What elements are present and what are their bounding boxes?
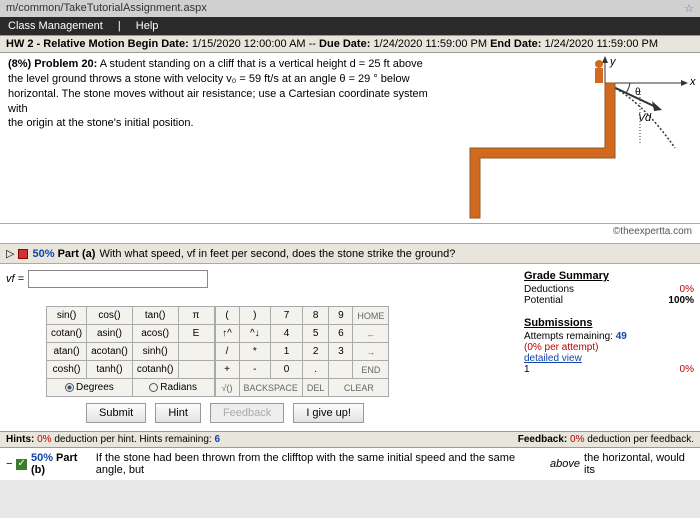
feedback-button[interactable]: Feedback bbox=[210, 403, 284, 423]
key-end[interactable]: END bbox=[353, 361, 389, 379]
key-atan[interactable]: atan() bbox=[47, 343, 87, 361]
key-pi[interactable]: π bbox=[178, 307, 214, 325]
key-minus[interactable]: - bbox=[239, 361, 271, 379]
problem-label: Problem 20: bbox=[34, 58, 97, 70]
key-asin[interactable]: asin() bbox=[87, 325, 133, 343]
part-a-header: ▷ 50% Part (a) With what speed, vf in fe… bbox=[0, 244, 700, 264]
url-bar: m/common/TakeTutorialAssignment.aspx ☆ bbox=[0, 0, 700, 17]
key-backspace[interactable]: BACKSPACE bbox=[239, 379, 302, 397]
key-left[interactable]: ← bbox=[353, 325, 389, 343]
key-cotan[interactable]: cotan() bbox=[47, 325, 87, 343]
key-5[interactable]: 5 bbox=[302, 325, 329, 343]
key-cotanh[interactable]: cotanh() bbox=[132, 361, 178, 379]
key-div[interactable]: / bbox=[215, 343, 239, 361]
key-dot[interactable]: . bbox=[302, 361, 329, 379]
hw-title: HW 2 - Relative Motion bbox=[6, 38, 125, 50]
key-tanh[interactable]: tanh() bbox=[87, 361, 133, 379]
key-mul[interactable]: * bbox=[239, 343, 271, 361]
end-label: End Date: bbox=[490, 38, 541, 50]
part-a-question: With what speed, vf in feet per second, … bbox=[99, 248, 455, 260]
key-del[interactable]: DEL bbox=[302, 379, 329, 397]
detailed-view-link[interactable]: detailed view bbox=[524, 353, 694, 364]
nav-separator: | bbox=[118, 20, 121, 32]
due-date: 1/24/2020 11:59:00 PM bbox=[373, 38, 487, 50]
key-sqrt[interactable]: √() bbox=[215, 379, 239, 397]
key-1[interactable]: 1 bbox=[271, 343, 303, 361]
expand-icon[interactable]: ▷ bbox=[6, 247, 14, 260]
key-e[interactable]: E bbox=[178, 325, 214, 343]
key-sup[interactable]: ↑^ bbox=[215, 325, 239, 343]
work-area: vf = sin()cos()tan()π cotan()asin()acos(… bbox=[0, 264, 700, 431]
key-cosh[interactable]: cosh() bbox=[47, 361, 87, 379]
due-label: Due Date: bbox=[319, 38, 370, 50]
svg-text:x: x bbox=[689, 76, 696, 88]
key-rparen[interactable]: ) bbox=[239, 307, 271, 325]
key-clear[interactable]: CLEAR bbox=[329, 379, 389, 397]
grade-summary: Grade Summary Deductions0% Potential100%… bbox=[524, 270, 694, 425]
mode-degrees[interactable]: Degrees bbox=[47, 379, 133, 397]
nav-class-management[interactable]: Class Management bbox=[8, 20, 103, 32]
key-plus[interactable]: + bbox=[215, 361, 239, 379]
key-acotan[interactable]: acotan() bbox=[87, 343, 133, 361]
hints-footer: Hints: 0% deduction per hint. Hints rema… bbox=[0, 431, 700, 448]
key-8[interactable]: 8 bbox=[302, 307, 329, 325]
submit-button[interactable]: Submit bbox=[86, 403, 146, 423]
key-0[interactable]: 0 bbox=[271, 361, 303, 379]
problem-statement: (8%) Problem 20: A student standing on a… bbox=[0, 53, 440, 223]
key-home[interactable]: HOME bbox=[353, 307, 389, 325]
key-7[interactable]: 7 bbox=[271, 307, 303, 325]
hint-button[interactable]: Hint bbox=[155, 403, 201, 423]
key-sinh[interactable]: sinh() bbox=[132, 343, 178, 361]
key-9[interactable]: 9 bbox=[329, 307, 353, 325]
flag-icon[interactable] bbox=[18, 249, 28, 259]
answer-variable: vf = bbox=[6, 273, 24, 285]
part-b-header: − 50% Part (b) If the stone had been thr… bbox=[0, 448, 700, 480]
favorite-star-icon[interactable]: ☆ bbox=[684, 2, 694, 15]
action-buttons: Submit Hint Feedback I give up! bbox=[86, 403, 514, 423]
copyright-text: ©theexpertta.com bbox=[0, 224, 700, 244]
answer-input[interactable] bbox=[28, 270, 208, 288]
key-3[interactable]: 3 bbox=[329, 343, 353, 361]
problem-content: (8%) Problem 20: A student standing on a… bbox=[0, 53, 700, 224]
answer-row: vf = bbox=[6, 270, 514, 288]
key-6[interactable]: 6 bbox=[329, 325, 353, 343]
svg-text:d: d bbox=[645, 112, 652, 124]
nav-help[interactable]: Help bbox=[136, 20, 159, 32]
key-tan[interactable]: tan() bbox=[132, 307, 178, 325]
problem-weight: (8%) bbox=[8, 58, 31, 70]
begin-date: 1/15/2020 12:00:00 AM bbox=[192, 38, 306, 50]
key-cos[interactable]: cos() bbox=[87, 307, 133, 325]
keypad: sin()cos()tan()π cotan()asin()acos()E at… bbox=[46, 306, 514, 397]
giveup-button[interactable]: I give up! bbox=[293, 403, 364, 423]
key-2[interactable]: 2 bbox=[302, 343, 329, 361]
url-text: m/common/TakeTutorialAssignment.aspx bbox=[6, 2, 207, 15]
number-keypad: ()789HOME ↑^^↓456← /*123→ +-0. END √()BAC… bbox=[215, 306, 390, 397]
key-sub[interactable]: ^↓ bbox=[239, 325, 271, 343]
end-date: 1/24/2020 11:59:00 PM bbox=[544, 38, 658, 50]
mode-radians[interactable]: Radians bbox=[132, 379, 214, 397]
begin-label: Begin Date: bbox=[128, 38, 189, 50]
key-acos[interactable]: acos() bbox=[132, 325, 178, 343]
svg-text:y: y bbox=[609, 56, 617, 68]
assignment-header: HW 2 - Relative Motion Begin Date: 1/15/… bbox=[0, 35, 700, 53]
key-4[interactable]: 4 bbox=[271, 325, 303, 343]
key-lparen[interactable]: ( bbox=[215, 307, 239, 325]
key-right[interactable]: → bbox=[353, 343, 389, 361]
svg-text:θ: θ bbox=[635, 87, 641, 98]
collapse-icon[interactable]: − bbox=[6, 458, 12, 470]
function-keypad: sin()cos()tan()π cotan()asin()acos()E at… bbox=[46, 306, 215, 397]
key-sin[interactable]: sin() bbox=[47, 307, 87, 325]
check-icon bbox=[16, 459, 27, 470]
nav-bar: Class Management | Help bbox=[0, 17, 700, 35]
problem-diagram: y x V θ d bbox=[440, 53, 700, 223]
summary-title: Grade Summary bbox=[524, 270, 694, 282]
submissions-title: Submissions bbox=[524, 317, 694, 329]
